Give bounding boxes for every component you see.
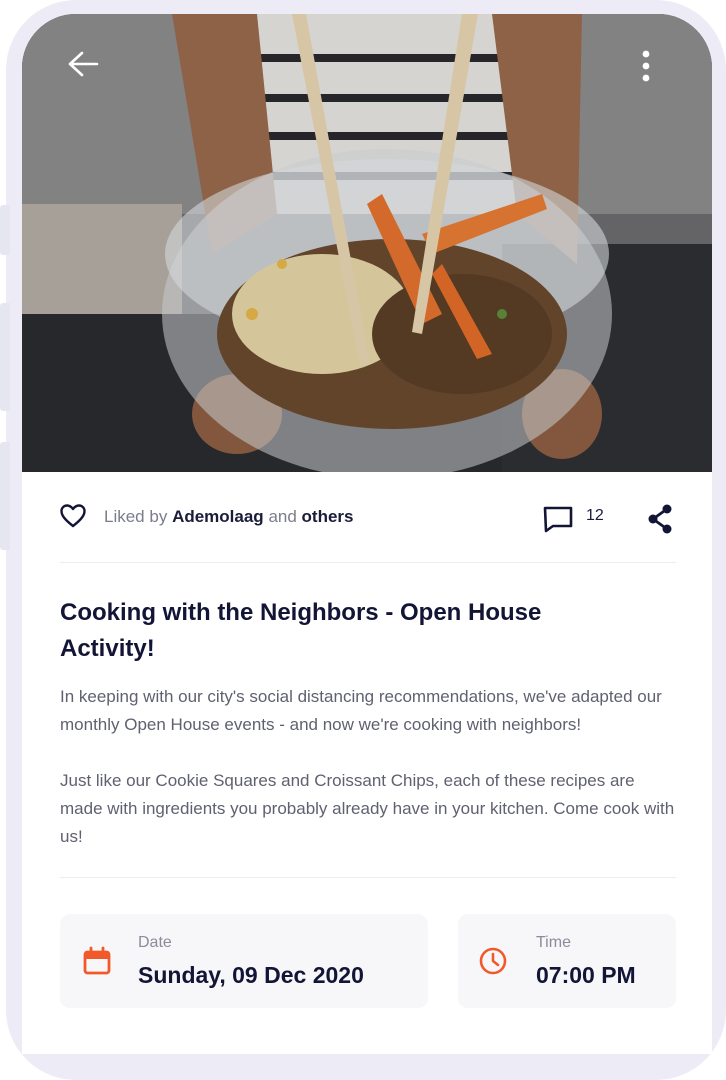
event-details: Liked by Ademolaag and others 12 Cooking… xyxy=(60,472,676,1008)
back-button[interactable] xyxy=(66,50,110,94)
time-value: 07:00 PM xyxy=(536,962,636,988)
event-cover-photo xyxy=(22,14,712,472)
event-title: Cooking with the Neighbors - Open House … xyxy=(60,599,542,662)
app-screen: Liked by Ademolaag and others 12 Cooking… xyxy=(22,14,712,1054)
clock-icon xyxy=(479,947,507,975)
event-info-cards: Date Sunday, 09 Dec 2020 Time 07:00 PM xyxy=(60,914,676,1008)
social-actions-bar: Liked by Ademolaag and others 12 xyxy=(60,472,676,563)
more-vertical-icon xyxy=(642,50,650,82)
liked-user-link[interactable]: Ademolaag xyxy=(172,507,264,526)
calendar-icon xyxy=(83,946,111,975)
heart-outline-icon[interactable] xyxy=(60,504,86,528)
date-card: Date Sunday, 09 Dec 2020 xyxy=(60,914,428,1008)
phone-side-button xyxy=(0,205,10,255)
liked-by-text: Liked by Ademolaag and others xyxy=(104,507,354,527)
time-card: Time 07:00 PM xyxy=(458,914,676,1008)
liked-and: and xyxy=(268,507,297,526)
time-label: Time xyxy=(536,934,571,951)
date-label: Date xyxy=(138,934,172,951)
divider xyxy=(60,877,676,878)
comment-icon[interactable] xyxy=(542,505,574,533)
phone-side-button xyxy=(0,303,10,411)
date-value: Sunday, 09 Dec 2020 xyxy=(138,962,364,988)
phone-side-button xyxy=(0,442,10,550)
more-options-button[interactable] xyxy=(642,50,686,94)
event-description: In keeping with our city's social distan… xyxy=(60,687,675,846)
liked-prefix: Liked by xyxy=(104,507,168,526)
comment-count: 12 xyxy=(586,507,604,524)
liked-others-link[interactable]: others xyxy=(302,507,354,526)
arrow-left-icon xyxy=(68,51,99,77)
share-icon[interactable] xyxy=(646,503,674,535)
